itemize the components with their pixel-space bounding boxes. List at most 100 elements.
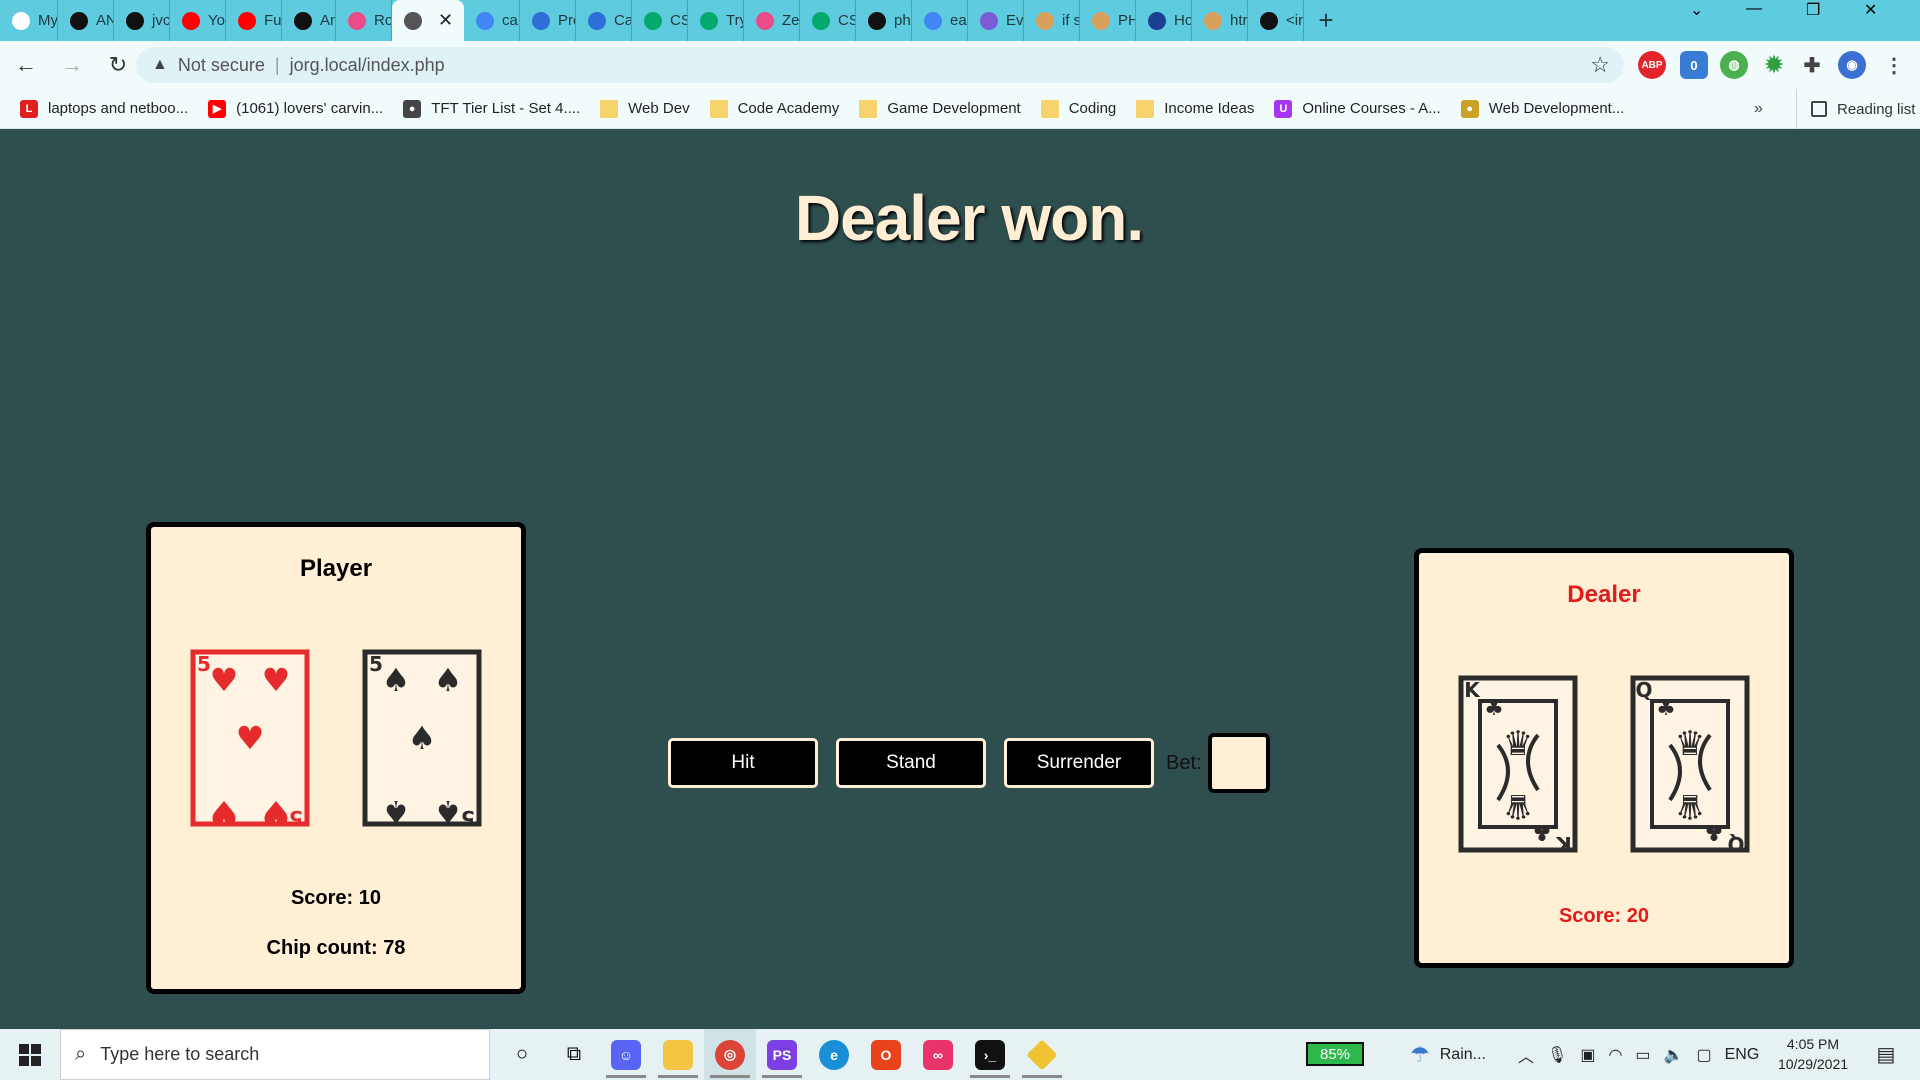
tab-18[interactable]: if s <box>1024 0 1080 41</box>
terminal-icon[interactable]: ›_ <box>964 1029 1016 1080</box>
tab-1[interactable]: AN <box>58 0 114 41</box>
cortana-icon[interactable]: ○ <box>496 1029 548 1080</box>
tab-2[interactable]: jvc <box>114 0 170 41</box>
system-tray: ︿ 🎙 ▣ ◠ ▭ 🔈 ▢ ENG <box>1518 1029 1759 1080</box>
restore-button[interactable]: ❐ <box>1806 0 1820 20</box>
notifications-icon[interactable]: ▤ <box>1866 1029 1906 1080</box>
tab-17[interactable]: Ev <box>968 0 1024 41</box>
tab-8[interactable]: ca <box>464 0 520 41</box>
wifi-icon[interactable]: ◠ <box>1608 1045 1622 1065</box>
extensions-puzzle-icon[interactable]: ✚ <box>1798 51 1826 79</box>
extension-badge-icon[interactable]: 0 <box>1680 51 1708 79</box>
tab-22[interactable]: <ir <box>1248 0 1304 41</box>
card-rank-top: Q <box>1635 678 1652 702</box>
tab-7[interactable]: ✕ <box>392 0 464 41</box>
forward-button[interactable]: → <box>52 45 92 85</box>
card-rank-bottom: Q <box>1727 832 1744 853</box>
tab-3[interactable]: Yo <box>170 0 226 41</box>
camera-icon[interactable]: ▣ <box>1580 1045 1595 1065</box>
tab-label: Ze <box>782 12 800 29</box>
tab-21[interactable]: htr <box>1192 0 1248 41</box>
bet-input[interactable] <box>1207 733 1270 793</box>
taskbar-search[interactable]: ⌕ Type here to search <box>60 1029 490 1080</box>
bookmark-item[interactable]: Coding <box>1040 99 1116 118</box>
tab-10[interactable]: Ca <box>576 0 632 41</box>
bookmark-item[interactable]: Income Ideas <box>1136 99 1254 118</box>
puzzle-icon <box>756 11 774 30</box>
close-tab-icon[interactable]: ✕ <box>438 10 453 31</box>
card-suit-pip: ♣ <box>1484 696 1504 721</box>
reading-list-button[interactable]: Reading list <box>1796 89 1915 129</box>
volume-icon[interactable]: 🔈 <box>1664 1045 1684 1065</box>
url-text[interactable]: jorg.local/index.php <box>290 55 445 76</box>
discord-icon[interactable]: ☺ <box>600 1029 652 1080</box>
folder-icon <box>859 99 878 118</box>
taskbar-clock[interactable]: 4:05 PM 10/29/2021 <box>1768 1034 1858 1074</box>
tab-14[interactable]: CS <box>800 0 856 41</box>
surrender-button[interactable]: Surrender <box>1004 738 1154 788</box>
chrome-icon[interactable]: ◎ <box>704 1029 756 1080</box>
new-tab-button[interactable]: + <box>1304 5 1348 36</box>
phpstorm-icon[interactable]: PS <box>756 1029 808 1080</box>
tab-13[interactable]: Ze <box>744 0 800 41</box>
display-icon[interactable]: ▢ <box>1696 1045 1711 1065</box>
bookmark-item[interactable]: Game Development <box>859 99 1021 118</box>
bookmark-star-icon[interactable]: ☆ <box>1590 52 1610 78</box>
tab-11[interactable]: CS <box>632 0 688 41</box>
git-client-icon[interactable] <box>1016 1029 1068 1080</box>
adblock-icon[interactable]: ABP <box>1638 51 1666 79</box>
tab-19[interactable]: PH <box>1080 0 1136 41</box>
bookmark-item[interactable]: Llaptops and netboo... <box>20 99 188 118</box>
tab-6[interactable]: Ro <box>336 0 392 41</box>
start-button[interactable] <box>0 1029 60 1080</box>
file-explorer-icon[interactable] <box>652 1029 704 1080</box>
bookmark-label: (1061) lovers' carvin... <box>236 100 384 117</box>
tab-0[interactable]: My <box>0 0 58 41</box>
tab-4[interactable]: Fu <box>226 0 282 41</box>
hit-button[interactable]: Hit <box>668 738 818 788</box>
lines-icon <box>980 11 998 30</box>
office-icon[interactable]: O <box>860 1029 912 1080</box>
weather-widget[interactable]: ☂ Rain... <box>1410 1029 1486 1080</box>
close-window-button[interactable]: ✕ <box>1864 0 1877 20</box>
tab-16[interactable]: ea <box>912 0 968 41</box>
tab-9[interactable]: Pre <box>520 0 576 41</box>
profile-avatar-icon[interactable]: ◉ <box>1838 51 1866 79</box>
microphone-icon[interactable]: 🎙 <box>1547 1045 1567 1065</box>
tab-20[interactable]: Ho <box>1136 0 1192 41</box>
language-indicator[interactable]: ENG <box>1725 1046 1760 1064</box>
globe-extension-icon[interactable]: ◍ <box>1720 51 1748 79</box>
battery-icon[interactable]: ▭ <box>1635 1045 1650 1065</box>
card-suit-pip: ♠ <box>382 793 411 827</box>
address-bar[interactable]: ▲ Not secure | jorg.local/index.php ☆ <box>136 47 1624 83</box>
menu-kebab-icon[interactable]: ⋮ <box>1880 51 1908 79</box>
bookmark-favicon-icon: ▶ <box>208 99 227 118</box>
bookmark-label: Web Dev <box>628 100 690 117</box>
tab-12[interactable]: Try <box>688 0 744 41</box>
security-label[interactable]: Not secure <box>178 55 265 76</box>
creative-cloud-icon[interactable]: ∞ <box>912 1029 964 1080</box>
tab-15[interactable]: ph <box>856 0 912 41</box>
stand-button[interactable]: Stand <box>836 738 986 788</box>
back-button[interactable]: ← <box>6 45 46 85</box>
more-bookmarks-button[interactable]: » <box>1754 89 1763 129</box>
bookmark-item[interactable]: ▶ (1061) lovers' carvin... <box>208 99 384 118</box>
bookmark-item[interactable]: U Online Courses - A... <box>1274 99 1441 118</box>
globe-icon <box>404 11 422 30</box>
bookmark-item[interactable]: ● TFT Tier List - Set 4.... <box>403 99 580 118</box>
bookmark-item[interactable]: Web Dev <box>600 99 690 118</box>
battery-indicator[interactable]: 85% <box>1306 1042 1364 1066</box>
edge-icon[interactable]: e <box>808 1029 860 1080</box>
w3-icon <box>644 11 662 30</box>
tray-chevron-icon[interactable]: ︿ <box>1518 1043 1534 1067</box>
tab-search-chevron-icon[interactable]: ⌄ <box>1690 0 1703 20</box>
reload-button[interactable]: ↻ <box>98 45 138 85</box>
bookmark-item[interactable]: Code Academy <box>709 99 839 118</box>
card-suit-pip: ♠ <box>434 661 463 699</box>
minimize-button[interactable]: — <box>1746 0 1762 18</box>
bookmark-item[interactable]: ● Web Development... <box>1460 99 1624 118</box>
gear-extension-icon[interactable]: ✹ <box>1760 51 1788 79</box>
feather-icon <box>1092 11 1110 30</box>
tab-5[interactable]: An <box>282 0 336 41</box>
task-view-icon[interactable]: ⧉ <box>548 1029 600 1080</box>
